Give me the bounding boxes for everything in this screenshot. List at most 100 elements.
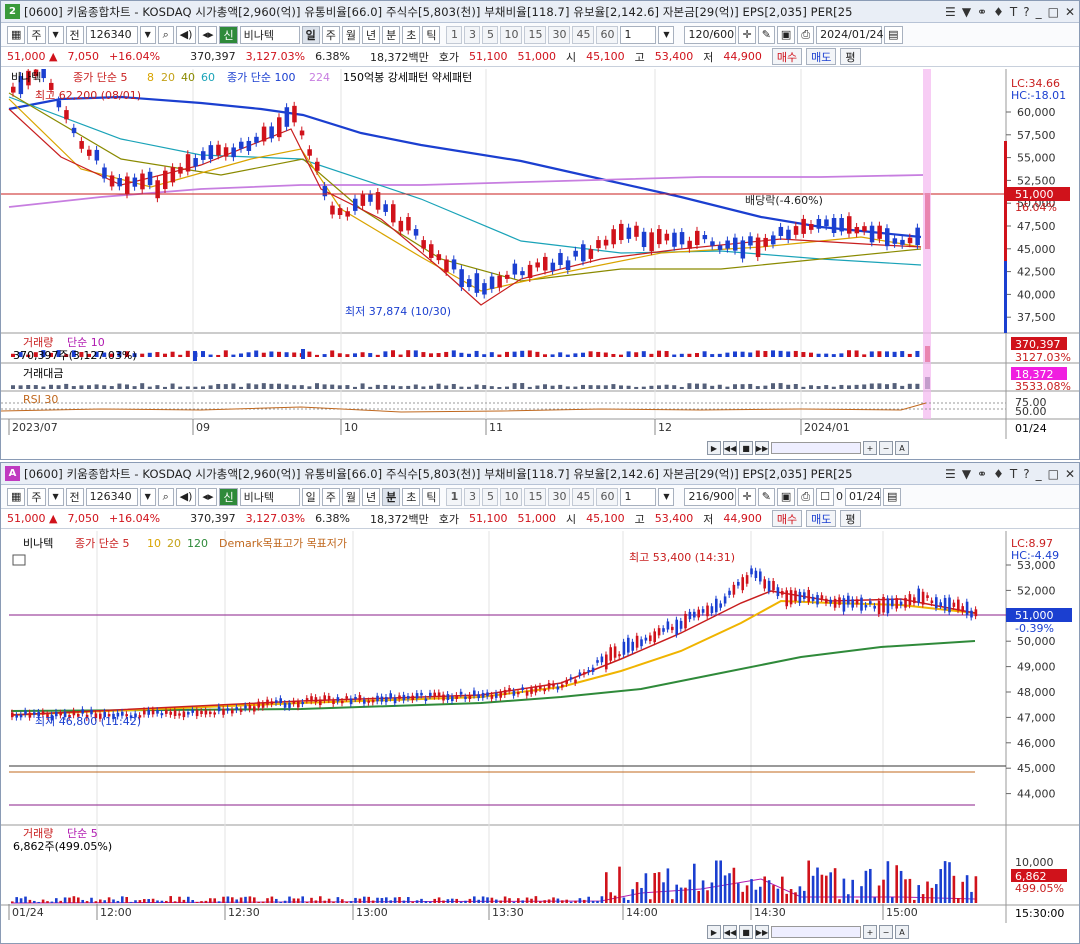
period-tab-4[interactable]: 분 xyxy=(382,487,401,506)
period-tab-1[interactable]: 주 xyxy=(321,487,340,506)
title-bar[interactable]: A [0600] 키움종합차트 - KOSDAQ 시가총액[2,960(억)] … xyxy=(1,463,1079,485)
period-tab-3[interactable]: 년 xyxy=(361,25,381,44)
minute-button-60[interactable]: 60 xyxy=(596,25,619,44)
calendar-icon[interactable]: ▤ xyxy=(883,487,902,506)
sound-icon[interactable]: ◀) xyxy=(175,487,197,506)
bookmark-icon[interactable]: ♦ xyxy=(993,467,1004,481)
prev-next-icon[interactable]: ◂▸ xyxy=(198,487,218,506)
minute-button-30[interactable]: 30 xyxy=(548,25,571,44)
save-icon[interactable]: ▣ xyxy=(776,25,796,44)
calendar-icon[interactable]: ▤ xyxy=(884,25,903,44)
period-tab-6[interactable]: 틱 xyxy=(422,487,441,506)
minimize-icon[interactable]: _ xyxy=(1036,5,1042,19)
layout-icon[interactable]: ▦ xyxy=(7,25,26,44)
sell-button[interactable]: 매도 xyxy=(806,510,837,527)
close-icon[interactable]: ✕ xyxy=(1065,5,1075,19)
period-tab-6[interactable]: 틱 xyxy=(422,25,441,44)
buy-button[interactable]: 매수 xyxy=(771,48,803,65)
period-tab-5[interactable]: 초 xyxy=(402,25,421,44)
daily-candle-chart[interactable]: 비나텍 종가 단순 5 8 20 40 60 종가 단순 100 224 150… xyxy=(1,69,1079,439)
stop-button[interactable]: ■ xyxy=(739,441,753,455)
maximize-icon[interactable]: □ xyxy=(1048,467,1059,481)
period-tab-0[interactable]: 일 xyxy=(301,25,320,44)
stock-code-input[interactable]: 126340 xyxy=(85,487,138,506)
prev-next-icon[interactable]: ◂▸ xyxy=(198,25,218,44)
checkbox[interactable]: ☐ xyxy=(816,487,834,506)
bookmark-icon[interactable]: ♦ xyxy=(993,5,1004,19)
zoom-out-button[interactable]: − xyxy=(879,925,893,939)
scroll-end-button[interactable]: ▶▶ xyxy=(755,925,769,939)
font-icon[interactable]: T xyxy=(1010,467,1017,481)
period-tab-5[interactable]: 초 xyxy=(402,487,421,506)
draw-icon[interactable]: ✎ xyxy=(757,487,775,506)
minute-button-3[interactable]: 3 xyxy=(464,487,481,506)
scroll-right-button[interactable]: ▶ xyxy=(707,441,721,455)
minute-button-10[interactable]: 10 xyxy=(500,487,523,506)
whole-market-button[interactable]: 전 xyxy=(65,487,84,506)
stock-code-input[interactable]: 126340 xyxy=(85,25,138,44)
stock-name-field[interactable]: 비나텍 xyxy=(239,487,300,506)
zoom-in-button[interactable]: + xyxy=(863,925,877,939)
maximize-icon[interactable]: □ xyxy=(1048,5,1059,19)
scroll-right-button[interactable]: ▶ xyxy=(707,925,721,939)
text-size-button[interactable]: A xyxy=(895,925,909,939)
down-icon[interactable]: ▼ xyxy=(962,467,971,481)
chevron-down-icon[interactable]: ▼ xyxy=(47,25,64,44)
minute-button-1[interactable]: 1 xyxy=(446,487,463,506)
scrollbar[interactable] xyxy=(771,442,861,454)
period-tab-4[interactable]: 분 xyxy=(382,25,401,44)
scroll-end-button[interactable]: ▶▶ xyxy=(755,441,769,455)
code-dropdown-icon[interactable]: ▼ xyxy=(139,25,156,44)
scrollbar[interactable] xyxy=(771,926,861,938)
crosshair-icon[interactable]: ✛ xyxy=(738,25,756,44)
draw-icon[interactable]: ✎ xyxy=(757,25,775,44)
minute-button-60[interactable]: 60 xyxy=(596,487,619,506)
stock-name-field[interactable]: 비나텍 xyxy=(239,25,300,44)
buy-button[interactable]: 매수 xyxy=(771,510,803,527)
search-icon[interactable]: ⌕ xyxy=(157,487,174,506)
close-icon[interactable]: ✕ xyxy=(1065,467,1075,481)
minute-button-30[interactable]: 30 xyxy=(548,487,571,506)
print-icon[interactable]: ⎙ xyxy=(797,25,815,44)
stock-type-select[interactable]: 주 xyxy=(27,487,46,506)
save-icon[interactable]: ▣ xyxy=(776,487,796,506)
link-icon[interactable]: ⚭ xyxy=(977,467,987,481)
search-icon[interactable]: ⌕ xyxy=(157,25,174,44)
print-icon[interactable]: ⎙ xyxy=(797,487,815,506)
period-tab-1[interactable]: 주 xyxy=(321,25,340,44)
minute-button-1[interactable]: 1 xyxy=(446,25,463,44)
count-field[interactable]: 120/600 xyxy=(684,25,737,44)
zoom-in-button[interactable]: + xyxy=(863,441,877,455)
minute-button-45[interactable]: 45 xyxy=(572,25,595,44)
minute-button-5[interactable]: 5 xyxy=(482,25,499,44)
list-icon[interactable]: ☰ xyxy=(945,467,956,481)
date-input[interactable]: 2024/01/24 xyxy=(816,25,884,44)
minute-button-15[interactable]: 15 xyxy=(524,487,547,506)
interval-dropdown-icon[interactable]: ▼ xyxy=(658,25,675,44)
link-icon[interactable]: ⚭ xyxy=(977,5,987,19)
minute-button-5[interactable]: 5 xyxy=(482,487,499,506)
avg-button[interactable]: 평 xyxy=(840,510,861,527)
sound-icon[interactable]: ◀) xyxy=(175,25,197,44)
count-field[interactable]: 216/900 xyxy=(684,487,737,506)
stock-type-select[interactable]: 주 xyxy=(27,25,46,44)
zoom-out-button[interactable]: − xyxy=(879,441,893,455)
minute-button-10[interactable]: 10 xyxy=(500,25,523,44)
minute-button-45[interactable]: 45 xyxy=(572,487,595,506)
interval-dropdown-icon[interactable]: ▼ xyxy=(658,487,675,506)
scroll-start-button[interactable]: ◀◀ xyxy=(723,441,737,455)
code-dropdown-icon[interactable]: ▼ xyxy=(139,487,156,506)
down-icon[interactable]: ▼ xyxy=(962,5,971,19)
title-bar[interactable]: 2 [0600] 키움종합차트 - KOSDAQ 시가총액[2,960(억)] … xyxy=(1,1,1079,23)
sell-button[interactable]: 매도 xyxy=(806,48,837,65)
period-tab-2[interactable]: 월 xyxy=(341,25,360,44)
date-input[interactable]: 01/24 xyxy=(845,487,881,506)
crosshair-icon[interactable]: ✛ xyxy=(738,487,756,506)
list-icon[interactable]: ☰ xyxy=(945,5,956,19)
minute-button-15[interactable]: 15 xyxy=(524,25,547,44)
help-icon[interactable]: ? xyxy=(1023,5,1029,19)
period-tab-2[interactable]: 월 xyxy=(341,487,360,506)
period-tab-0[interactable]: 일 xyxy=(301,487,320,506)
avg-button[interactable]: 평 xyxy=(840,48,861,65)
help-icon[interactable]: ? xyxy=(1023,467,1029,481)
